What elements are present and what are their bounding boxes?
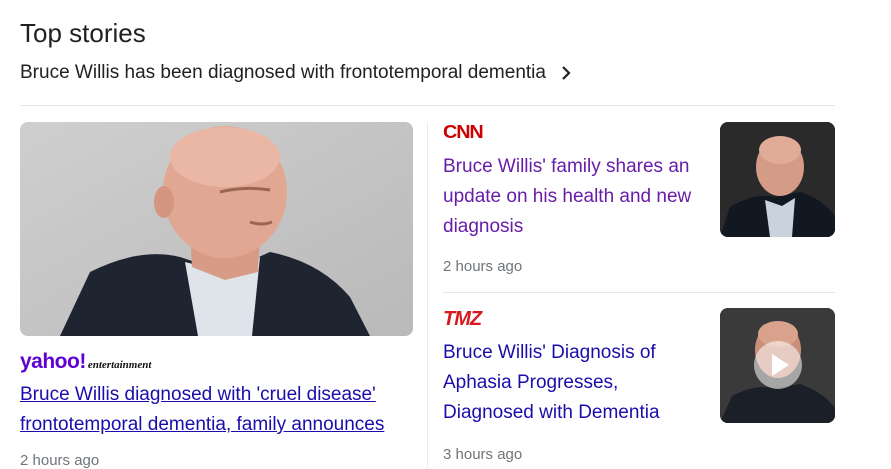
section-title: Top stories: [20, 18, 146, 48]
side-story-headline[interactable]: Bruce Willis' Diagnosis of Aphasia Progr…: [443, 338, 708, 428]
header-divider: [20, 105, 835, 106]
chevron-right-icon: [556, 63, 576, 83]
topic-link[interactable]: Bruce Willis has been diagnosed with fro…: [20, 62, 576, 84]
yahoo-subbrand: entertainment: [87, 359, 152, 371]
side-story-time: 3 hours ago: [443, 446, 523, 463]
main-story-card[interactable]: yahoo! entertainment Bruce Willis diagno…: [20, 122, 413, 469]
yahoo-wordmark: yahoo!: [20, 350, 86, 373]
source-logo-tmz: TMZ: [443, 308, 482, 330]
topic-label: Bruce Willis has been diagnosed with fro…: [20, 62, 546, 83]
play-icon[interactable]: [753, 340, 803, 390]
side-story-thumbnail[interactable]: [720, 308, 835, 423]
column-divider: [427, 122, 428, 468]
side-story-thumbnail[interactable]: [720, 122, 835, 237]
source-logo-cnn: CNN: [443, 122, 484, 142]
side-story-headline[interactable]: Bruce Willis' family shares an update on…: [443, 152, 708, 242]
main-story-image[interactable]: [20, 122, 413, 336]
main-story-time: 2 hours ago: [20, 452, 100, 469]
main-story-headline[interactable]: Bruce Willis diagnosed with 'cruel disea…: [20, 380, 413, 440]
side-divider: [443, 292, 835, 293]
side-story-time: 2 hours ago: [443, 258, 523, 275]
source-logo-yahoo: yahoo! entertainment: [20, 350, 413, 373]
